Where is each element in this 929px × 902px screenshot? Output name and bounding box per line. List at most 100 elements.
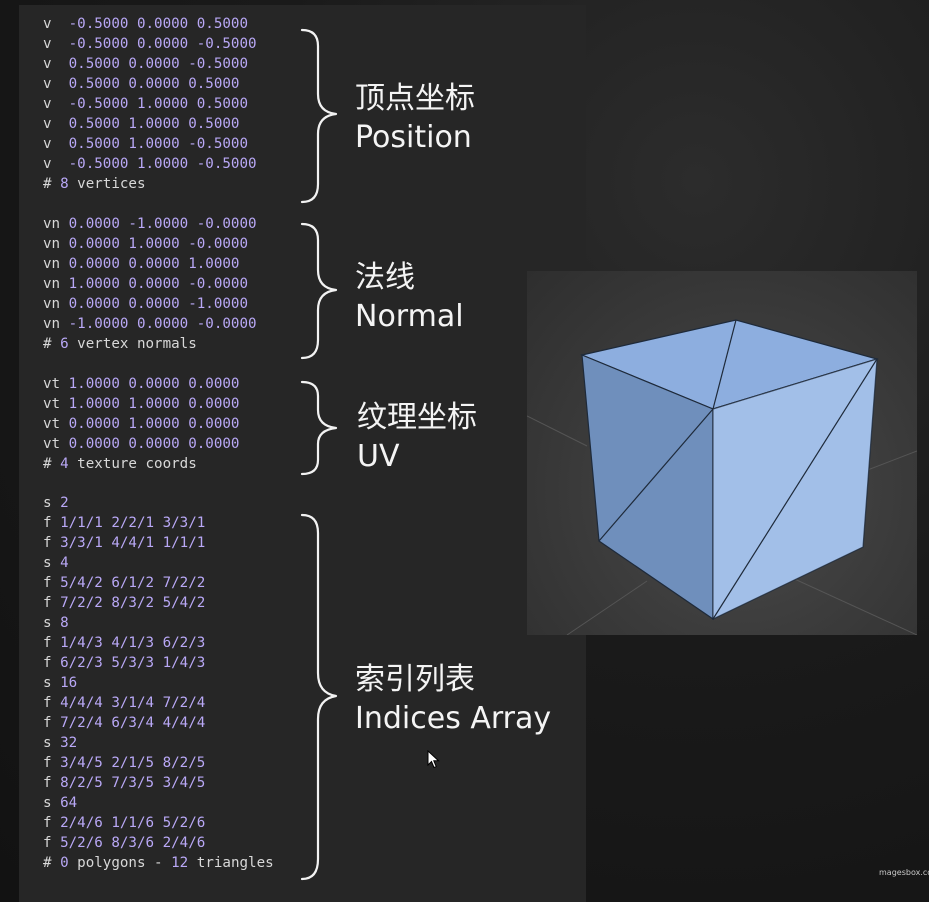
cube-viewport [527, 271, 917, 635]
code-token: triangles [188, 855, 274, 871]
code-token: f [43, 515, 61, 531]
code-token: vertex normals [68, 336, 197, 352]
code-line: vt 0.0000 0.0000 0.0000 [43, 434, 239, 454]
brace-uv [300, 380, 338, 476]
code-line: s 8 [43, 613, 69, 633]
label-indices: 索引列表 Indices Array [355, 660, 551, 738]
code-number: -0.5000 1.0000 -0.5000 [68, 156, 257, 172]
code-line: v -0.5000 0.0000 0.5000 [43, 14, 248, 34]
code-token: f [43, 655, 61, 671]
code-token: f [43, 815, 61, 831]
brace-indices [300, 513, 338, 881]
code-line: vn 0.0000 -1.0000 -0.0000 [43, 214, 257, 234]
code-token: texture coords [68, 456, 197, 472]
label-normal-zh: 法线 [355, 260, 415, 295]
label-normal-en: Normal [355, 299, 464, 334]
code-number: 4/4/4 3/1/4 7/2/4 [60, 695, 206, 711]
code-number: 0.5000 0.0000 0.5000 [68, 76, 240, 92]
code-line: v 0.5000 0.0000 0.5000 [43, 74, 239, 94]
code-line: # 6 vertex normals [43, 334, 197, 354]
code-token: vt [43, 376, 69, 392]
code-line: f 6/2/3 5/3/3 1/4/3 [43, 653, 205, 673]
brace-normal [300, 222, 338, 360]
code-token: s [43, 615, 61, 631]
code-number: 32 [60, 735, 78, 751]
code-token: f [43, 695, 61, 711]
code-line: vn 0.0000 1.0000 -0.0000 [43, 234, 248, 254]
code-number: 0.0000 1.0000 -0.0000 [68, 236, 248, 252]
code-line: vn 0.0000 0.0000 1.0000 [43, 254, 239, 274]
code-line: f 3/3/1 4/4/1 1/1/1 [43, 533, 205, 553]
code-token: v [43, 36, 69, 52]
code-line: f 4/4/4 3/1/4 7/2/4 [43, 693, 205, 713]
code-line: f 7/2/4 6/3/4 4/4/4 [43, 713, 205, 733]
code-line: v -0.5000 1.0000 -0.5000 [43, 154, 257, 174]
code-number: 1/1/1 2/2/1 3/3/1 [60, 515, 206, 531]
code-number: 0.0000 0.0000 1.0000 [68, 256, 240, 272]
code-number: 2/4/6 1/1/6 5/2/6 [60, 815, 206, 831]
code-line: s 4 [43, 553, 69, 573]
code-token: v [43, 136, 69, 152]
code-line: vt 0.0000 1.0000 0.0000 [43, 414, 239, 434]
code-line: s 2 [43, 493, 69, 513]
code-line: v 0.5000 0.0000 -0.5000 [43, 54, 248, 74]
code-line: v 0.5000 1.0000 0.5000 [43, 114, 239, 134]
code-line: f 5/2/6 8/3/6 2/4/6 [43, 833, 205, 853]
code-token: vn [43, 216, 69, 232]
code-token: s [43, 555, 61, 571]
code-line: s 64 [43, 793, 77, 813]
code-line: # 8 vertices [43, 174, 146, 194]
code-line: f 5/4/2 6/1/2 7/2/2 [43, 573, 205, 593]
code-number: 0.5000 1.0000 0.5000 [68, 116, 240, 132]
code-number: 4 [60, 456, 69, 472]
code-number: 1/4/3 4/1/3 6/2/3 [60, 635, 206, 651]
code-token: v [43, 16, 69, 32]
code-number: 0.0000 0.0000 -1.0000 [68, 296, 248, 312]
code-token: v [43, 96, 69, 112]
code-token: s [43, 495, 61, 511]
code-token: vn [43, 316, 69, 332]
grid-line [776, 570, 917, 635]
code-line: vt 1.0000 0.0000 0.0000 [43, 374, 239, 394]
code-number: -0.5000 0.0000 -0.5000 [68, 36, 257, 52]
code-line: f 8/2/5 7/3/5 3/4/5 [43, 773, 205, 793]
code-token: # [43, 336, 61, 352]
code-line: f 1/1/1 2/2/1 3/3/1 [43, 513, 205, 533]
label-indices-en: Indices Array [355, 701, 552, 736]
mouse-cursor-icon [427, 750, 440, 769]
code-number: 3/3/1 4/4/1 1/1/1 [60, 535, 206, 551]
cube-render [527, 319, 917, 635]
code-token: vertices [68, 176, 146, 192]
code-line: v 0.5000 1.0000 -0.5000 [43, 134, 248, 154]
code-number: 1.0000 1.0000 0.0000 [68, 396, 240, 412]
code-token: # [43, 855, 61, 871]
code-number: 8 [60, 615, 69, 631]
code-token: f [43, 775, 61, 791]
brace-position [300, 28, 338, 204]
code-number: 16 [60, 675, 78, 691]
label-uv-zh: 纹理坐标 [357, 400, 477, 435]
code-line: s 32 [43, 733, 77, 753]
code-token: # [43, 176, 61, 192]
code-line: s 16 [43, 673, 77, 693]
code-number: 0 [60, 855, 69, 871]
code-token: # [43, 456, 61, 472]
code-number: 6 [60, 336, 69, 352]
code-number: -0.5000 1.0000 0.5000 [68, 96, 248, 112]
code-token: vn [43, 256, 69, 272]
code-line: vt 1.0000 1.0000 0.0000 [43, 394, 239, 414]
code-token: f [43, 575, 61, 591]
code-number: 0.0000 1.0000 0.0000 [68, 416, 240, 432]
code-token: vn [43, 236, 69, 252]
code-token: v [43, 156, 69, 172]
label-uv-en: UV [357, 439, 400, 474]
code-token: vn [43, 296, 69, 312]
code-line: v -0.5000 0.0000 -0.5000 [43, 34, 257, 54]
code-line: # 0 polygons - 12 triangles [43, 853, 274, 873]
code-token: s [43, 735, 61, 751]
code-token: f [43, 715, 61, 731]
code-number: 12 [171, 855, 189, 871]
code-number: 5/4/2 6/1/2 7/2/2 [60, 575, 206, 591]
code-token: vt [43, 436, 69, 452]
code-token: f [43, 755, 61, 771]
